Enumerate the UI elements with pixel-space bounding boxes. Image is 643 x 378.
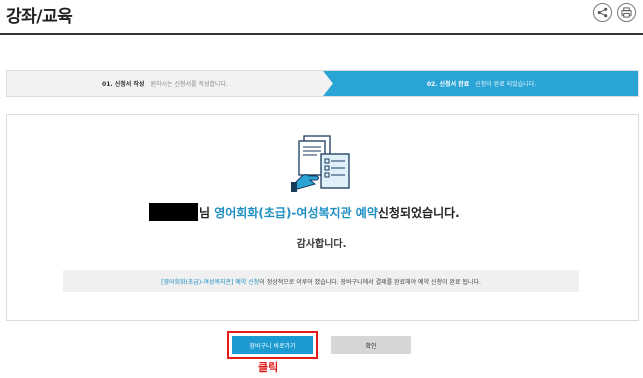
notice-course: [영어회화(초급)-여성복지관] 예약 신청 — [161, 278, 260, 286]
step-1-title: 01. 신청서 작성 — [102, 81, 145, 88]
print-icon — [621, 7, 632, 18]
confirmation-message: 님 영어회화(초급)-여성복지관 예약신청되었습니다. — [199, 204, 460, 221]
course-name: 영어회화(초급)-여성복지관 예약 — [214, 206, 378, 220]
step-2-description: 신청이 완료 되었습니다. — [475, 81, 537, 88]
click-annotation: 클릭 — [258, 361, 279, 374]
title-divider — [0, 33, 643, 35]
name-suffix: 님 — [199, 206, 215, 220]
print-button[interactable] — [617, 3, 636, 22]
step-1: 01. 신청서 작성 원하시는 신청서를 작성합니다. — [7, 71, 323, 96]
thanks-text: 감사합니다. — [296, 239, 347, 250]
redacted-user-name — [149, 203, 198, 221]
step-2-active: 02. 신청서 완료 신청이 완료 되었습니다. — [323, 71, 638, 96]
share-icon — [597, 7, 608, 18]
status-text: 신청되었습니다. — [377, 206, 460, 220]
step-2-title: 02. 신청서 완료 — [426, 81, 470, 88]
step-progress-bar: 01. 신청서 작성 원하시는 신청서를 작성합니다. 02. 신청서 완료 신… — [6, 70, 639, 97]
notice-box: [영어회화(초급)-여성복지관] 예약 신청 이 정상적으로 이루어 졌습니다. … — [63, 270, 579, 292]
confirm-button[interactable]: 확인 — [331, 336, 411, 354]
application-document-icon — [291, 135, 350, 192]
notice-text: 이 정상적으로 이루어 졌습니다. 장바구니에서 결제를 완료해야 예약 신청이… — [259, 278, 481, 286]
step-1-description: 원하시는 신청서를 작성합니다. — [150, 81, 228, 88]
share-button[interactable] — [593, 3, 612, 22]
page-title: 강좌/교육 — [6, 7, 73, 27]
click-highlight-box — [227, 331, 318, 359]
